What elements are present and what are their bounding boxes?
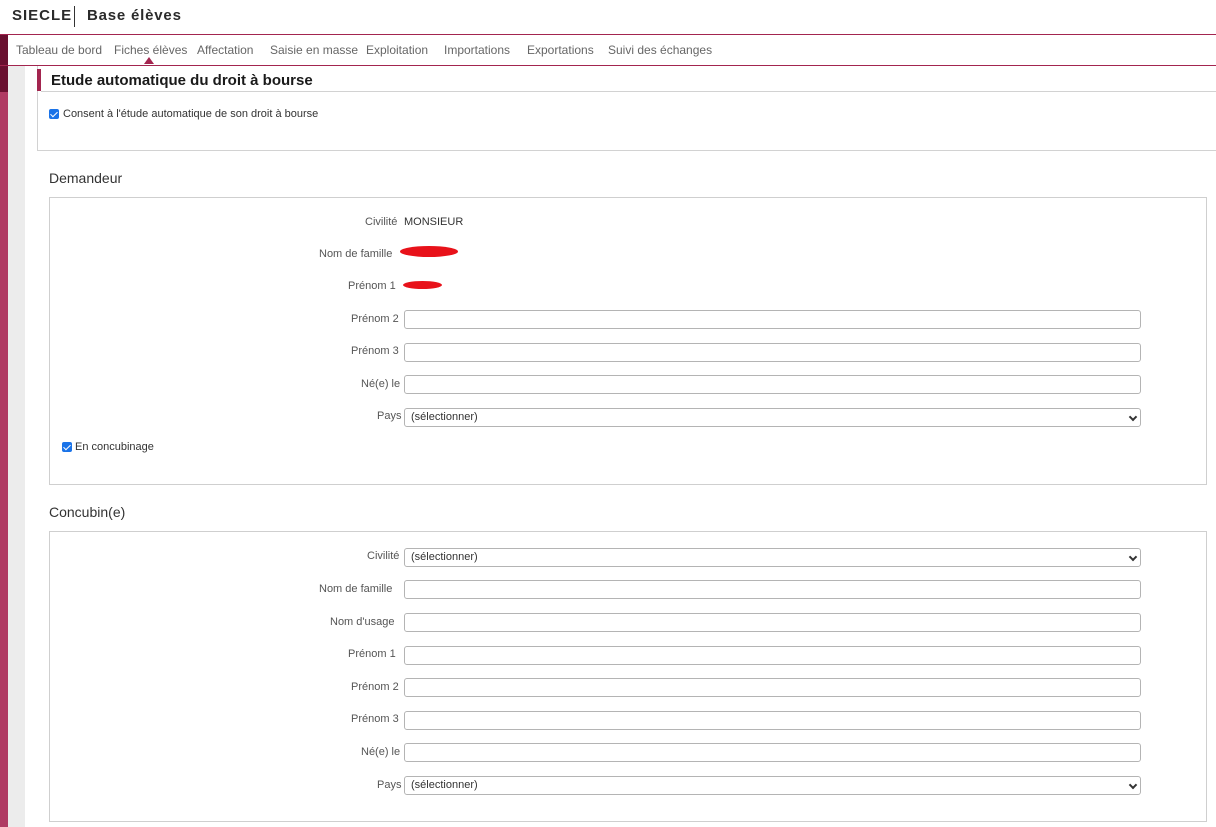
chevron-down-icon (1128, 780, 1138, 790)
concubin-nom-usage-label: Nom d'usage (330, 616, 395, 628)
demandeur-ne-le-input[interactable] (404, 375, 1141, 394)
concubin-pays-select[interactable]: (sélectionner) (404, 776, 1141, 795)
app-name[interactable]: SIECLE (12, 7, 72, 24)
nav-saisie-en-masse[interactable]: Saisie en masse (270, 43, 358, 57)
consent-checkbox[interactable] (49, 109, 59, 119)
section-title-accent (37, 69, 41, 91)
nav-fiches-eleves[interactable]: Fiches élèves (114, 43, 187, 57)
demandeur-prenom3-label: Prénom 3 (351, 345, 399, 357)
demandeur-pays-value: (sélectionner) (411, 411, 478, 423)
nav-affectation[interactable]: Affectation (197, 43, 253, 57)
concubin-prenom3-label: Prénom 3 (351, 713, 399, 725)
demandeur-pays-select[interactable]: (sélectionner) (404, 408, 1141, 427)
section-title: Etude automatique du droit à bourse (51, 72, 313, 89)
nav-tableau-de-bord[interactable]: Tableau de bord (16, 43, 102, 57)
concubin-civilite-value: (sélectionner) (411, 551, 478, 563)
concubin-nom-input[interactable] (404, 580, 1141, 599)
concubin-pays-value: (sélectionner) (411, 779, 478, 791)
concubin-prenom1-input[interactable] (404, 646, 1141, 665)
chevron-down-icon (1128, 552, 1138, 562)
demandeur-panel (49, 197, 1207, 485)
consent-label: Consent à l'étude automatique de son dro… (63, 108, 319, 120)
left-sidebar (0, 66, 8, 827)
demandeur-nom-label: Nom de famille (319, 248, 393, 260)
redacted-nom (400, 246, 458, 257)
demandeur-ne-le-label: Né(e) le (361, 378, 401, 390)
section-title-divider (41, 91, 1216, 92)
active-tab-indicator (144, 57, 154, 64)
concubin-ne-le-label: Né(e) le (361, 746, 401, 758)
header-separator (74, 6, 75, 27)
nav-importations[interactable]: Importations (444, 43, 510, 57)
concubin-civilite-select[interactable]: (sélectionner) (404, 548, 1141, 567)
demandeur-civilite-label: Civilité (365, 216, 398, 228)
nav-exportations[interactable]: Exportations (527, 43, 594, 57)
concubin-title: Concubin(e) (49, 504, 126, 520)
concubinage-checkbox[interactable] (62, 442, 72, 452)
concubin-ne-le-input[interactable] (404, 743, 1141, 762)
demandeur-prenom2-label: Prénom 2 (351, 313, 399, 325)
chevron-down-icon (1128, 412, 1138, 422)
module-title: Base élèves (87, 7, 182, 24)
main-nav: Tableau de bord Fiches élèves Affectatio… (0, 34, 1216, 66)
app-header: SIECLE Base élèves (0, 0, 1216, 34)
demandeur-prenom1-label: Prénom 1 (348, 280, 396, 292)
concubin-prenom2-label: Prénom 2 (351, 681, 399, 693)
concubin-prenom3-input[interactable] (404, 711, 1141, 730)
concubin-prenom2-input[interactable] (404, 678, 1141, 697)
demandeur-pays-label: Pays (377, 410, 402, 422)
concubin-prenom1-label: Prénom 1 (348, 648, 396, 660)
concubinage-label: En concubinage (75, 441, 154, 453)
redacted-prenom (403, 281, 442, 289)
concubin-pays-label: Pays (377, 779, 402, 791)
demandeur-prenom3-input[interactable] (404, 343, 1141, 362)
concubin-nom-label: Nom de famille (319, 583, 393, 595)
demandeur-title: Demandeur (49, 170, 123, 186)
nav-suivi-des-echanges[interactable]: Suivi des échanges (608, 43, 712, 57)
left-sidebar-top (0, 66, 8, 92)
gray-gutter (8, 66, 25, 827)
demandeur-civilite-value: MONSIEUR (404, 216, 464, 228)
nav-accent (0, 35, 8, 65)
concubin-nom-usage-input[interactable] (404, 613, 1141, 632)
demandeur-prenom2-input[interactable] (404, 310, 1141, 329)
concubin-civilite-label: Civilité (367, 550, 400, 562)
nav-exploitation[interactable]: Exploitation (366, 43, 428, 57)
